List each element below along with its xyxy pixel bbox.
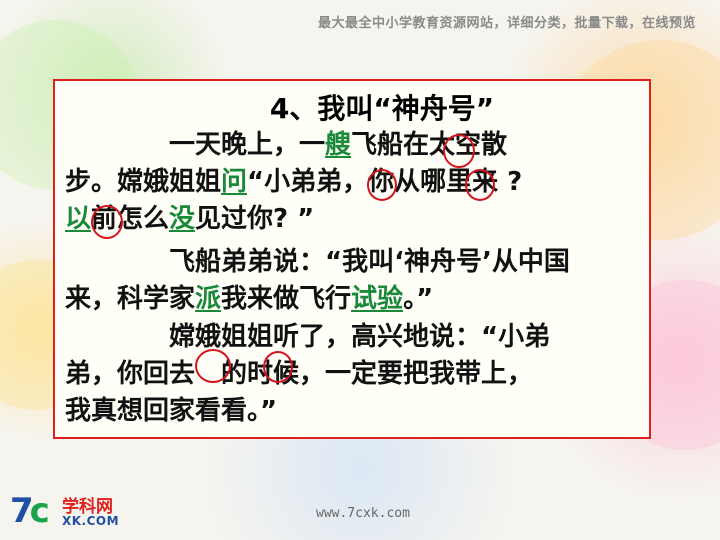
annotation-circle xyxy=(443,134,475,168)
highlighted-char: 问 xyxy=(221,167,248,197)
paragraph-1-line-2: 步。嫦娥姐姐问“小弟弟，你从哪里来 ? xyxy=(65,164,641,201)
paragraph-3-line-2: 弟，你回去 的时候，一定要把我带上， xyxy=(65,356,641,393)
annotation-circle xyxy=(367,169,397,201)
paragraph-2-line-2: 来，科学家派我来做飞行试验。” xyxy=(65,281,641,318)
paragraph-3-line-3: 我真想回家看看。” xyxy=(65,393,641,430)
text-segment: 飞船在太空散 xyxy=(351,130,508,160)
text-segment: 一天晚上，一 xyxy=(169,130,326,160)
text-segment: 来，科学家 xyxy=(65,284,196,314)
site-tagline: 最大最全中小学教育资源网站，详细分类，批量下载，在线预览 xyxy=(317,16,696,31)
lesson-title: 4、我叫“神舟号” xyxy=(269,92,495,125)
logo-domain: XK.COM xyxy=(62,514,120,528)
paragraph-1-line-3: 以前怎么没见过你? ” xyxy=(65,201,641,238)
paragraph-3-line-1: 嫦娥姐姐听了，高兴地说：“小弟 xyxy=(65,319,641,356)
text-segment: 嫦娥姐姐听了，高兴地说：“小弟 xyxy=(169,322,551,352)
annotation-circle xyxy=(263,351,293,383)
text-segment: 我真想回家看看。” xyxy=(65,396,278,426)
highlighted-char: 艘 xyxy=(325,130,352,160)
annotation-circle xyxy=(91,205,123,239)
text-segment: 步。嫦娥姐姐 xyxy=(65,167,222,197)
paragraph-3: 嫦娥姐姐听了，高兴地说：“小弟 弟，你回去 的时候，一定要把我带上， 我真想回家看… xyxy=(65,319,641,430)
highlighted-word: 试验 xyxy=(351,284,404,314)
paragraph-2-line-1: 飞船弟弟说：“我叫‘神舟号’从中国 xyxy=(65,244,641,281)
text-segment: 弟，你回去 xyxy=(65,359,196,389)
annotation-circle xyxy=(465,169,495,201)
text-segment: 。” xyxy=(403,284,434,314)
annotation-circle xyxy=(195,349,231,383)
highlighted-char: 派 xyxy=(195,284,222,314)
paragraph-1-line-1: 一天晚上，一艘飞船在太空散 xyxy=(65,127,641,164)
paragraph-1: 一天晚上，一艘飞船在太空散 步。嫦娥姐姐问“小弟弟，你从哪里来 ? 以前怎么没见… xyxy=(65,127,641,238)
text-segment: 我来做飞行 xyxy=(221,284,352,314)
site-logo[interactable]: 7c 学科网 XK.COM xyxy=(10,490,140,534)
paragraph-2: 飞船弟弟说：“我叫‘神舟号’从中国 来，科学家派我来做飞行试验。” xyxy=(65,244,641,318)
text-segment: 飞船弟弟说：“我叫‘神舟号’从中国 xyxy=(169,247,570,277)
logo-mark-letter: c xyxy=(29,491,50,531)
footer-url[interactable]: www.7cxk.com xyxy=(316,506,410,521)
text-segment: 见过你? ” xyxy=(195,204,315,234)
lesson-card: 4、我叫“神舟号” 一天晚上，一艘飞船在太空散 步。嫦娥姐姐问“小弟弟，你从哪里… xyxy=(53,79,651,439)
logo-mark-digit: 7 xyxy=(10,491,34,531)
highlighted-char: 以 xyxy=(65,204,92,234)
highlighted-char: 没 xyxy=(169,204,196,234)
logo-mark: 7c xyxy=(10,490,62,532)
